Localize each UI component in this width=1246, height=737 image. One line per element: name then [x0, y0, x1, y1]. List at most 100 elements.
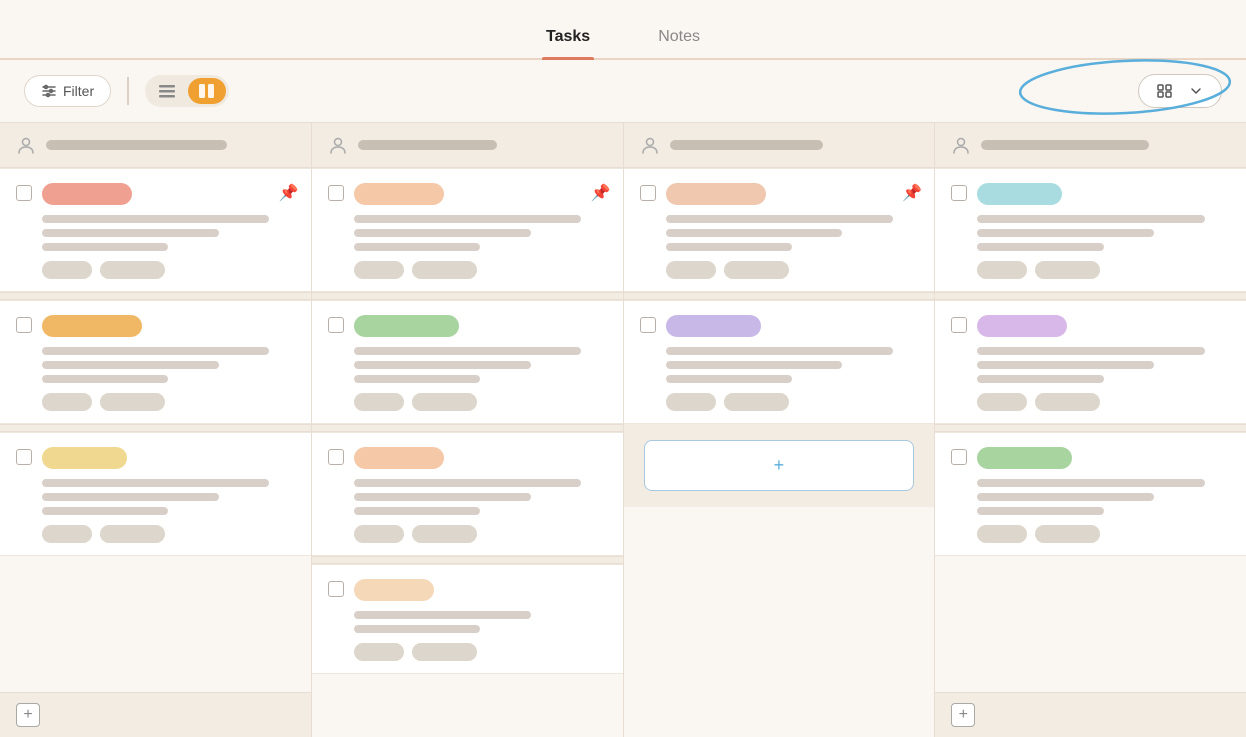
person-icon — [640, 135, 660, 155]
task-tag — [977, 183, 1062, 205]
card-lines — [42, 347, 295, 383]
task-checkbox[interactable] — [328, 185, 344, 201]
col-header-name-line — [981, 140, 1148, 150]
task-tag — [354, 579, 434, 601]
footer-tag — [666, 393, 716, 411]
card-lines — [354, 215, 607, 251]
footer-tag — [412, 525, 477, 543]
toolbar-left: Filter — [24, 75, 229, 107]
task-checkbox[interactable] — [16, 185, 32, 201]
tabs-bar: Tasks Notes — [0, 0, 1246, 60]
task-checkbox[interactable] — [328, 449, 344, 465]
footer-tag — [100, 261, 165, 279]
content-line — [354, 243, 480, 251]
toolbar: Filter — [0, 60, 1246, 122]
footer-tag — [977, 525, 1027, 543]
content-line — [977, 479, 1204, 487]
filter-icon — [41, 83, 57, 99]
card-footer — [42, 525, 295, 543]
content-line — [666, 361, 843, 369]
card-4-1[interactable] — [935, 168, 1246, 292]
footer-tag — [1035, 525, 1100, 543]
cards-list-4 — [935, 168, 1246, 692]
card-top — [951, 315, 1230, 337]
card-top — [16, 447, 295, 469]
card-separator — [624, 292, 935, 300]
col-header-1 — [0, 122, 311, 168]
group-by-button[interactable] — [1138, 74, 1222, 108]
card-top — [640, 183, 919, 205]
content-line — [42, 243, 168, 251]
card-top — [16, 315, 295, 337]
task-tag — [42, 183, 132, 205]
card-footer — [977, 393, 1230, 411]
add-task-button[interactable]: + — [951, 703, 975, 727]
card-2-2[interactable] — [312, 300, 623, 424]
new-task-card-3[interactable]: + — [644, 440, 915, 491]
card-separator — [312, 424, 623, 432]
content-line — [42, 479, 269, 487]
card-4-3[interactable] — [935, 432, 1246, 556]
footer-tag — [412, 643, 477, 661]
task-checkbox[interactable] — [640, 185, 656, 201]
add-task-button[interactable]: + — [16, 703, 40, 727]
add-task-row-1: + — [0, 692, 311, 737]
footer-tag — [412, 393, 477, 411]
card-top — [328, 183, 607, 205]
card-footer — [354, 261, 607, 279]
task-checkbox[interactable] — [951, 449, 967, 465]
card-3-1[interactable]: 📌 — [624, 168, 935, 292]
card-lines — [42, 215, 295, 251]
content-line — [42, 507, 168, 515]
board-view-button[interactable] — [188, 78, 226, 104]
card-1-1[interactable]: 📌 — [0, 168, 311, 292]
card-2-1[interactable]: 📌 — [312, 168, 623, 292]
task-checkbox[interactable] — [640, 317, 656, 333]
task-checkbox[interactable] — [16, 317, 32, 333]
content-line — [977, 361, 1154, 369]
footer-tag — [100, 393, 165, 411]
board: 📌 + 📌 — [0, 122, 1246, 737]
footer-tag — [354, 643, 404, 661]
card-4-2[interactable] — [935, 300, 1246, 424]
task-tag — [354, 315, 459, 337]
tab-notes[interactable]: Notes — [654, 18, 704, 58]
tab-tasks[interactable]: Tasks — [542, 18, 594, 58]
footer-tag — [100, 525, 165, 543]
card-footer — [354, 393, 607, 411]
card-separator — [312, 556, 623, 564]
card-1-3[interactable] — [0, 432, 311, 556]
content-line — [977, 215, 1204, 223]
task-checkbox[interactable] — [16, 449, 32, 465]
card-3-2[interactable] — [624, 300, 935, 424]
filter-button[interactable]: Filter — [24, 75, 111, 107]
add-task-row-4: + — [935, 692, 1246, 737]
card-separator — [312, 292, 623, 300]
card-top — [640, 315, 919, 337]
group-by-icon — [1157, 83, 1173, 99]
content-line — [42, 215, 269, 223]
task-checkbox[interactable] — [951, 185, 967, 201]
plus-icon: + — [774, 455, 785, 476]
card-separator — [0, 292, 311, 300]
content-line — [977, 243, 1103, 251]
card-2-3[interactable] — [312, 432, 623, 556]
content-line — [666, 229, 843, 237]
content-line — [977, 347, 1204, 355]
footer-tag — [1035, 393, 1100, 411]
footer-tag — [724, 393, 789, 411]
task-checkbox[interactable] — [328, 581, 344, 597]
card-lines — [977, 215, 1230, 251]
chevron-down-icon — [1189, 84, 1203, 98]
list-view-button[interactable] — [148, 78, 186, 104]
card-footer — [666, 393, 919, 411]
content-line — [354, 625, 480, 633]
task-checkbox[interactable] — [951, 317, 967, 333]
card-1-2[interactable] — [0, 300, 311, 424]
card-lines — [977, 347, 1230, 383]
card-footer — [354, 525, 607, 543]
task-checkbox[interactable] — [328, 317, 344, 333]
card-lines — [354, 347, 607, 383]
card-2-4[interactable] — [312, 564, 623, 674]
task-tag — [977, 447, 1072, 469]
